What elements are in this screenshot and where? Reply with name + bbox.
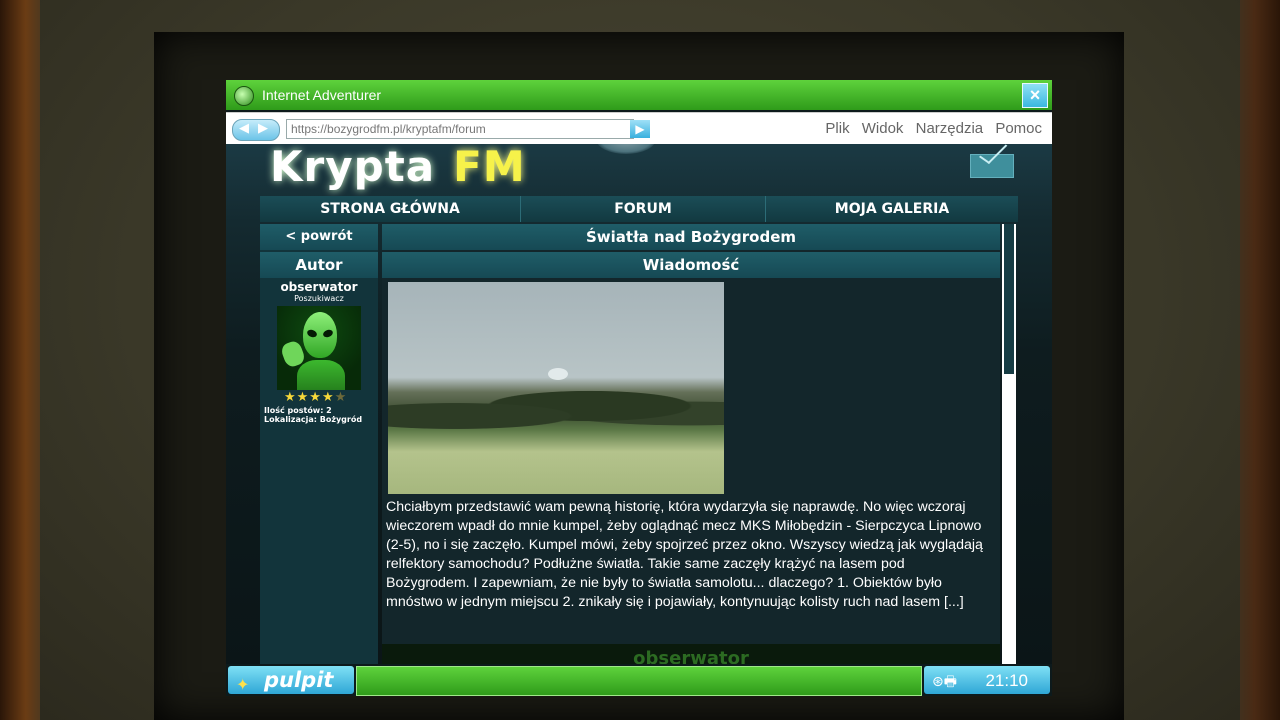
url-input[interactable] xyxy=(286,119,634,139)
alien-body-shape xyxy=(297,360,345,390)
window-title: Internet Adventurer xyxy=(262,87,382,103)
message-header: Wiadomość xyxy=(382,252,1000,278)
site-logo[interactable]: Krypta FM xyxy=(270,144,526,191)
page-scrollbar[interactable] xyxy=(1002,224,1016,664)
logo-text-fm: FM xyxy=(453,144,526,191)
menu-tools[interactable]: Narzędzia xyxy=(916,120,984,137)
menu-view[interactable]: Widok xyxy=(862,120,904,137)
nav-gallery[interactable]: MOJA GALERIA xyxy=(766,196,1018,222)
menu-bar: Plik Widok Narzędzia Pomoc xyxy=(817,120,1042,137)
thread-title: Światła nad Bożygrodem xyxy=(382,224,1000,250)
author-username[interactable]: obserwator xyxy=(260,280,378,294)
star-empty-icon: ★ xyxy=(334,390,348,405)
pinwheel-icon: ✦ xyxy=(236,675,250,694)
nav-forum[interactable]: FORUM xyxy=(521,196,766,222)
star-filled-icon: ★★★★ xyxy=(284,390,335,405)
avatar[interactable] xyxy=(277,306,361,390)
post-count: Ilość postów: 2 xyxy=(264,406,332,415)
address-bar: ◀ ▶ ▶ Plik Widok Narzędzia Pomoc xyxy=(226,112,1052,145)
go-button[interactable]: ▶ xyxy=(630,120,650,138)
title-bar[interactable]: Internet Adventurer × xyxy=(226,80,1052,110)
start-button[interactable]: ✦ pulpit xyxy=(228,666,354,694)
tray-icons[interactable]: ⊛🖶 xyxy=(932,671,957,695)
scroll-thumb[interactable] xyxy=(1004,224,1014,374)
ufo-light-shape xyxy=(548,368,568,380)
mail-icon[interactable] xyxy=(970,154,1014,178)
close-button[interactable]: × xyxy=(1022,83,1048,108)
next-post-author: obserwator xyxy=(382,644,1000,664)
start-label: pulpit xyxy=(264,668,334,692)
rating-stars: ★★★★★ xyxy=(284,390,347,405)
author-location: Lokalizacja: Bożygród xyxy=(264,415,363,424)
logo-text-krypta: Krypta xyxy=(270,144,436,191)
nav-home[interactable]: STRONA GŁÓWNA xyxy=(260,196,521,222)
clock: 21:10 xyxy=(985,671,1028,690)
taskbar: ✦ pulpit ⊛🖶 21:10 xyxy=(226,664,1052,696)
forward-arrow-icon[interactable]: ▶ xyxy=(258,121,268,136)
back-link[interactable]: < powrót xyxy=(260,224,378,250)
treeline-shape xyxy=(388,386,724,436)
system-tray: ⊛🖶 21:10 xyxy=(924,666,1050,694)
nav-arrows: ◀ ▶ xyxy=(232,119,280,141)
menu-file[interactable]: Plik xyxy=(825,120,849,137)
web-page: Krypta FM STRONA GŁÓWNA FORUM MOJA GALERI… xyxy=(226,144,1052,664)
menu-help[interactable]: Pomoc xyxy=(995,120,1042,137)
post-body: Chciałbym przedstawić wam pewną historię… xyxy=(386,499,983,610)
browser-window: Internet Adventurer × ◀ ▶ ▶ Plik Widok N… xyxy=(226,80,1052,696)
back-arrow-icon[interactable]: ◀ xyxy=(239,121,249,136)
post-photo[interactable] xyxy=(388,282,724,494)
top-navigation: STRONA GŁÓWNA FORUM MOJA GALERIA xyxy=(260,196,1018,222)
browser-app-icon xyxy=(234,86,254,106)
task-strip[interactable] xyxy=(356,666,922,696)
moon-decoration xyxy=(596,144,656,154)
author-header: Autor xyxy=(260,252,378,278)
author-rank: Poszukiwacz xyxy=(294,294,344,303)
